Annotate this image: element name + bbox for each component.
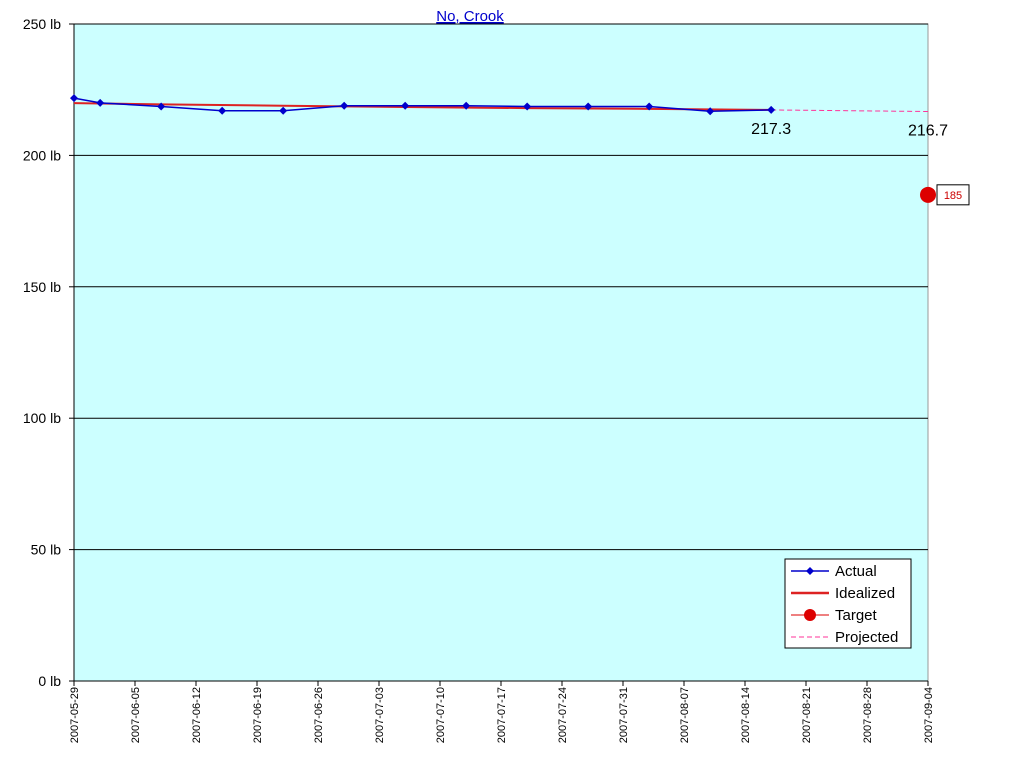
x-tick-label: 2007-07-10 — [435, 687, 447, 743]
legend-label: Actual — [835, 563, 877, 580]
x-tick-label: 2007-08-07 — [679, 687, 691, 743]
x-tick-label: 2007-07-03 — [374, 687, 386, 743]
y-tick-label: 250 lb — [23, 16, 61, 32]
target-label-box: 185 — [936, 184, 970, 206]
x-tick-label: 2007-06-05 — [130, 687, 142, 743]
y-tick-label: 50 lb — [31, 542, 62, 558]
legend-label: Target — [835, 607, 878, 624]
x-tick-label: 2007-08-28 — [862, 687, 874, 743]
legend-label: Idealized — [835, 585, 895, 602]
x-axis-ticks: 2007-05-29 2007-06-05 2007-06-12 2007-06-19… — [69, 681, 935, 743]
x-tick-label: 2007-08-21 — [801, 687, 813, 743]
y-tick-label: 200 lb — [23, 147, 61, 163]
legend-label: Projected — [835, 629, 898, 646]
x-tick-label: 2007-08-14 — [740, 687, 752, 743]
weight-chart: 0 lb 50 lb 100 lb 150 lb 200 lb 250 lb 2007-0… — [23, 8, 970, 743]
target-point — [920, 186, 936, 203]
y-tick-label: 0 lb — [38, 673, 61, 689]
y-axis-ticks: 0 lb 50 lb 100 lb 150 lb 200 lb 250 lb — [23, 16, 74, 689]
x-tick-label: 2007-09-04 — [923, 687, 935, 743]
data-label: 217.3 — [751, 121, 791, 138]
legend-marker-target — [804, 609, 816, 621]
chart-title-link[interactable]: No, Crook — [436, 8, 504, 25]
x-tick-label: 2007-05-29 — [69, 687, 81, 743]
x-tick-label: 2007-06-19 — [252, 687, 264, 743]
x-tick-label: 2007-07-24 — [557, 687, 569, 743]
x-tick-label: 2007-06-12 — [191, 687, 203, 743]
y-tick-label: 100 lb — [23, 410, 61, 426]
data-label: 216.7 — [908, 123, 948, 140]
x-tick-label: 2007-06-26 — [313, 687, 325, 743]
target-label: 185 — [944, 190, 962, 202]
y-tick-label: 150 lb — [23, 279, 61, 295]
x-tick-label: 2007-07-31 — [618, 687, 630, 743]
x-tick-label: 2007-07-17 — [496, 687, 508, 743]
legend: Actual Idealized Target Projected — [784, 558, 912, 649]
